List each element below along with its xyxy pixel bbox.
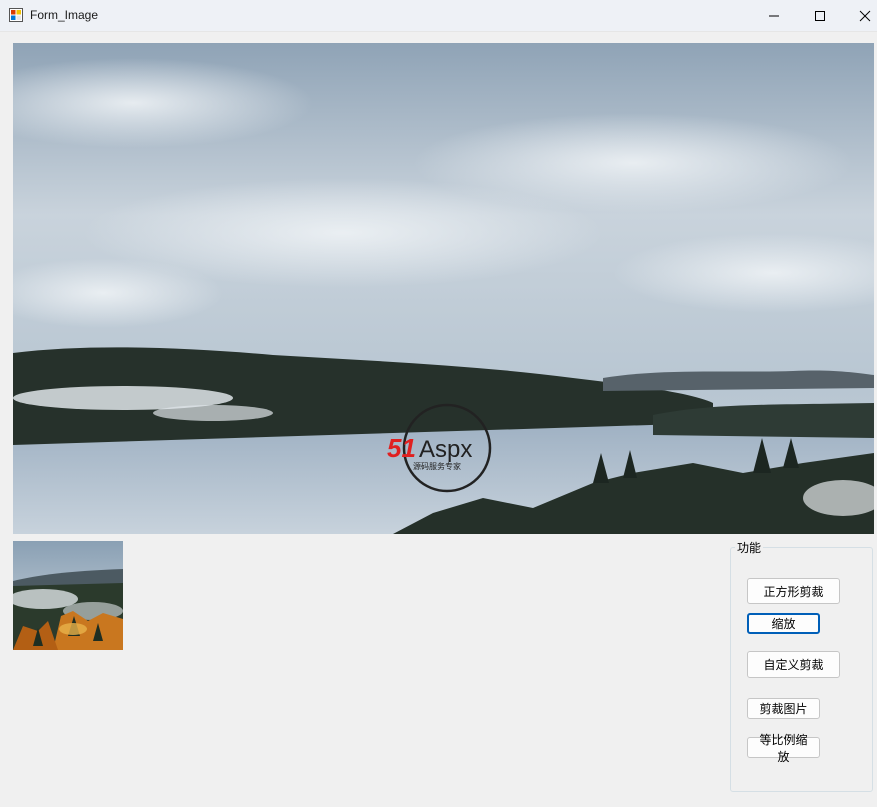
square-crop-button[interactable]: 正方形剪裁 [747, 578, 840, 604]
minimize-button[interactable] [751, 0, 797, 31]
maximize-button[interactable] [797, 0, 843, 31]
ratio-zoom-button[interactable]: 等比例缩放 [747, 733, 820, 764]
window-title: Form_Image [30, 8, 99, 22]
main-picture-box[interactable]: 51 Aspx 源码服务专家 [13, 43, 874, 534]
thumbnail-picture-box[interactable] [13, 541, 123, 650]
close-button[interactable] [842, 0, 877, 31]
app-icon [9, 8, 23, 22]
maximize-icon [815, 10, 825, 21]
forest-thumbnail-image [13, 541, 123, 650]
logo-51: 51 [387, 433, 416, 463]
minimize-icon [769, 15, 779, 16]
landscape-image: 51 Aspx 源码服务专家 [13, 43, 874, 534]
custom-crop-button[interactable]: 自定义剪裁 [747, 651, 840, 678]
crop-image-button[interactable]: 剪裁图片 [747, 698, 820, 719]
close-icon [859, 10, 871, 21]
logo-aspx: Aspx [419, 436, 472, 463]
zoom-button[interactable]: 缩放 [747, 613, 820, 634]
title-bar[interactable]: Form_Image [0, 0, 877, 32]
logo-subtitle: 源码服务专家 [413, 461, 461, 471]
groupbox-legend: 功能 [735, 539, 764, 556]
